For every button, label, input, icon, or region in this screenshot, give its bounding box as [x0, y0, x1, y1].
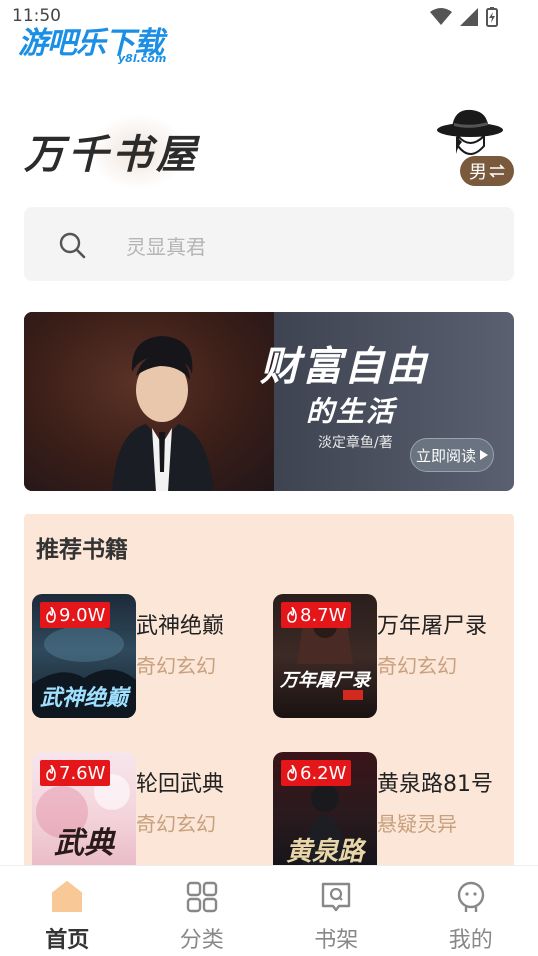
heat-badge: 8.7W — [281, 602, 352, 628]
bookshelf-icon — [322, 882, 351, 912]
banner-subtitle: 的生活 — [306, 395, 397, 428]
status-bar: 11:50 游吧乐下载 y8l.com — [0, 0, 538, 65]
fire-icon — [287, 607, 297, 623]
swap-icon — [489, 164, 505, 178]
heat-count: 9.0W — [59, 604, 106, 626]
nav-bookshelf[interactable]: 书架 — [269, 866, 404, 956]
book-genre: 悬疑灵异 — [377, 812, 457, 836]
banner-title: 财富自由 — [260, 344, 428, 390]
status-icons — [430, 7, 498, 27]
watermark: 游吧乐下载 y8l.com — [18, 18, 167, 65]
book-cover: 7.6W 武典 — [32, 752, 136, 876]
heat-count: 8.7W — [300, 604, 347, 626]
nav-profile[interactable]: 我的 — [404, 866, 538, 956]
header: 万千书屋 男 — [24, 100, 514, 192]
book-genre: 奇幻玄幻 — [136, 812, 216, 836]
banner-author: 淡定章鱼/著 — [318, 435, 393, 451]
book-title: 轮回武典 — [136, 772, 225, 797]
fire-icon — [287, 765, 297, 781]
nav-category[interactable]: 分类 — [135, 866, 270, 956]
fire-icon — [46, 765, 56, 781]
book-card[interactable]: 9.0W 武神绝巅 武神绝巅 奇幻玄幻 — [32, 594, 272, 720]
cover-title: 黄泉路 — [285, 837, 364, 867]
profile-icon — [457, 881, 484, 912]
book-cover: 9.0W 武神绝巅 — [32, 594, 136, 718]
read-now-label: 立即阅读 — [415, 446, 476, 465]
book-card[interactable]: 8.7W 万年屠尸录 万年屠尸录 奇幻玄幻 — [273, 594, 513, 720]
play-arrow-icon — [480, 450, 488, 460]
bottom-nav: 首页 分类 书架 我的 — [0, 866, 538, 956]
cover-title: 武神绝巅 — [39, 685, 128, 711]
promo-banner[interactable]: 财富自由 的生活 淡定章鱼/著 立即阅读 — [24, 312, 514, 491]
cover-title: 万年屠尸录 — [280, 670, 370, 691]
gender-toggle-button[interactable]: 男 — [460, 156, 514, 186]
book-genre: 奇幻玄幻 — [377, 654, 457, 678]
wifi-icon — [430, 8, 452, 25]
book-card[interactable]: 6.2W 黄泉路 黄泉路81号 悬疑灵异 — [273, 752, 513, 878]
heat-badge: 9.0W — [40, 602, 111, 628]
read-now-button[interactable]: 立即阅读 — [410, 438, 494, 472]
book-card[interactable]: 7.6W 武典 轮回武典 奇幻玄幻 — [32, 752, 272, 878]
book-cover: 8.7W 万年屠尸录 — [273, 594, 377, 718]
home-icon — [52, 881, 83, 912]
section-title: 推荐书籍 — [36, 537, 128, 563]
heat-count: 6.2W — [300, 762, 347, 784]
book-cover: 6.2W 黄泉路 — [273, 752, 377, 876]
search-placeholder: 灵显真君 — [126, 235, 206, 259]
heat-count: 7.6W — [59, 762, 106, 784]
signal-icon — [460, 8, 478, 26]
recommended-section: 推荐书籍 9.0W 武神绝巅 武神绝巅 奇幻玄幻 8.7W 万年屠尸录 万年屠尸… — [24, 514, 514, 876]
logo-text: 万千书屋 — [24, 131, 200, 178]
nav-home[interactable]: 首页 — [0, 866, 135, 956]
book-genre: 奇幻玄幻 — [136, 654, 216, 678]
heat-badge: 7.6W — [40, 760, 111, 786]
nav-label: 首页 — [45, 928, 90, 953]
watermark-subtext: y8l.com — [118, 52, 167, 65]
search-bar[interactable]: 灵显真君 — [24, 207, 514, 281]
book-title: 黄泉路81号 — [377, 772, 493, 797]
banner-character-image — [112, 336, 214, 491]
nav-label: 书架 — [314, 928, 359, 953]
cover-title: 武典 — [54, 826, 114, 861]
category-icon — [186, 881, 217, 913]
fire-icon — [46, 607, 56, 623]
book-title: 万年屠尸录 — [377, 614, 488, 639]
app-logo: 万千书屋 — [24, 114, 244, 190]
gender-label: 男 — [469, 162, 487, 183]
heat-badge: 6.2W — [281, 760, 352, 786]
avatar[interactable]: 男 — [434, 106, 514, 186]
nav-label: 我的 — [448, 928, 493, 953]
nav-label: 分类 — [179, 928, 224, 953]
book-title: 武神绝巅 — [136, 614, 225, 639]
search-icon — [59, 232, 86, 259]
battery-icon — [486, 7, 498, 27]
